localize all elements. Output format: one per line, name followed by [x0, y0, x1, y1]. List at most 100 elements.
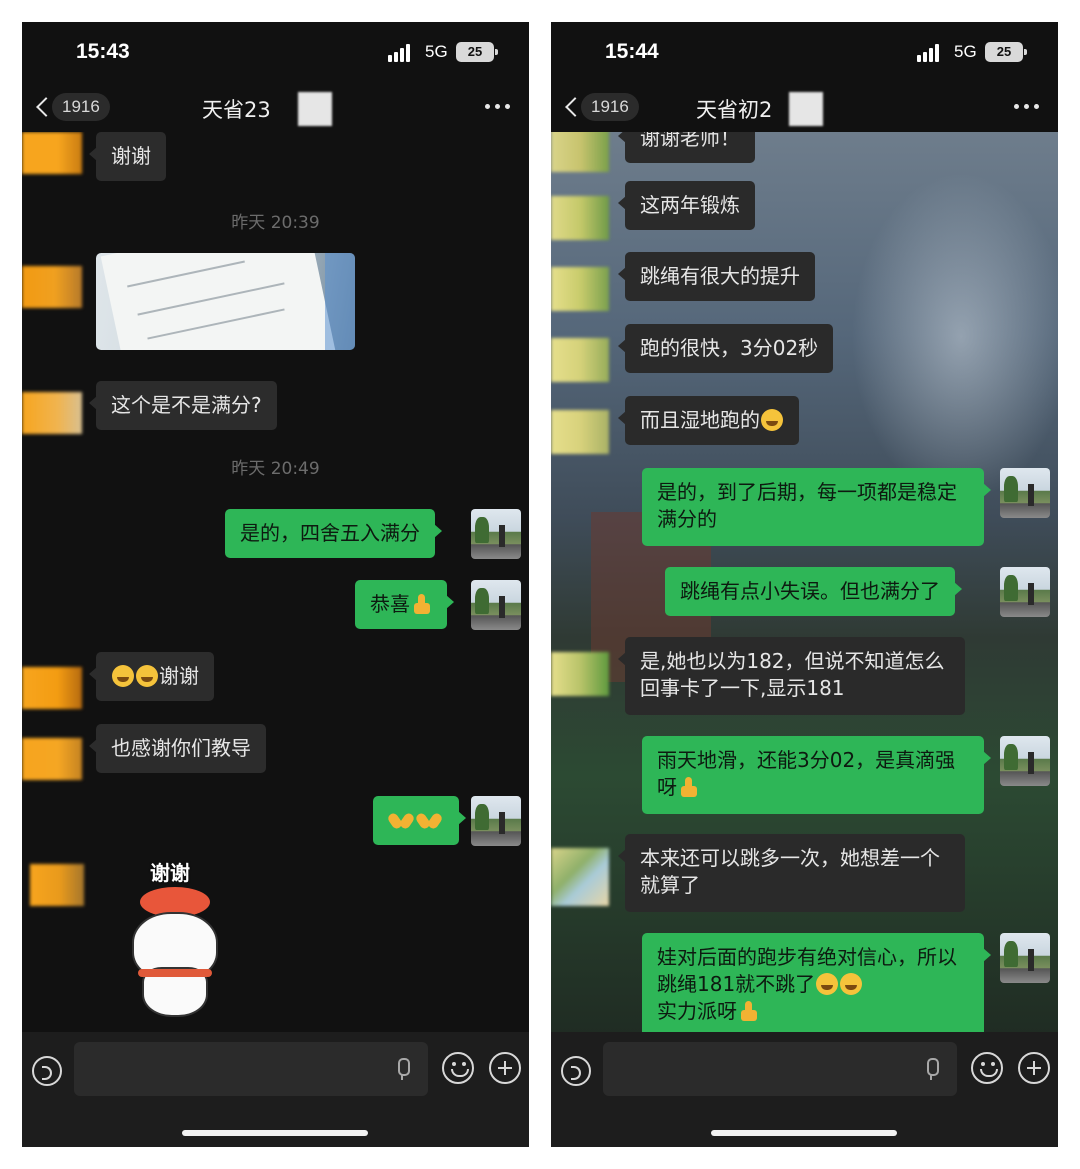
grin-emoji-icon [840, 973, 863, 995]
message-incoming[interactable]: 这个是不是满分? [89, 381, 277, 430]
thumbs-up-icon [739, 1000, 759, 1022]
contact-avatar[interactable] [551, 338, 609, 382]
network-label: 5G [954, 42, 977, 61]
laugh-emoji-icon [136, 665, 158, 687]
my-avatar[interactable] [1000, 933, 1050, 983]
contact-avatar[interactable] [22, 738, 82, 780]
more-icon[interactable] [485, 104, 511, 110]
contact-avatar[interactable] [551, 848, 609, 906]
title-redaction [789, 92, 823, 126]
battery-icon: 25 [985, 42, 1027, 62]
sticker-caption: 谢谢 [150, 861, 190, 885]
message-text: 娃对后面的跑步有绝对信心，所以跳绳181就不跳了 [657, 945, 957, 996]
signal-icon [917, 44, 945, 62]
mic-icon[interactable] [925, 1058, 939, 1080]
chat-title: 天省23 [202, 98, 271, 122]
message-incoming[interactable]: 谢谢 [89, 652, 214, 701]
home-indicator[interactable] [182, 1130, 368, 1136]
unread-count-badge[interactable]: 1916 [581, 93, 639, 121]
back-icon[interactable] [36, 96, 50, 118]
contact-avatar[interactable] [551, 410, 609, 454]
message-outgoing[interactable]: 恭喜 [355, 580, 454, 629]
message-text: 而且湿地跑的 [640, 408, 760, 432]
status-time: 15:44 [605, 40, 659, 63]
message-outgoing[interactable]: 是的，到了后期，每一项都是稳定满分的 [642, 468, 991, 546]
home-indicator[interactable] [711, 1130, 897, 1136]
message-text: 谢谢 [159, 664, 199, 688]
contact-avatar[interactable] [551, 196, 609, 240]
chat-header: 1916 天省初2 [551, 84, 1058, 132]
my-avatar[interactable] [471, 580, 521, 630]
message-incoming[interactable]: 而且湿地跑的 [618, 396, 799, 445]
message-incoming[interactable]: 这两年锻炼 [618, 181, 755, 230]
input-bar [551, 1032, 1058, 1147]
back-icon[interactable] [565, 96, 579, 118]
emoji-icon[interactable] [971, 1052, 1003, 1084]
chat-title: 天省初2 [696, 98, 773, 122]
status-time: 15:43 [76, 40, 130, 63]
voice-icon[interactable] [561, 1056, 591, 1086]
unread-count-badge[interactable]: 1916 [52, 93, 110, 121]
message-incoming[interactable]: 是,她也以为182，但说不知道怎么回事卡了一下,显示181 [618, 637, 965, 715]
message-incoming[interactable]: 谢谢 [89, 132, 166, 181]
sticker-message[interactable]: 谢谢 [120, 857, 230, 1022]
message-outgoing[interactable]: 雨天地滑，还能3分02，是真滴强呀 [642, 736, 991, 814]
contact-avatar[interactable] [551, 132, 609, 172]
message-outgoing[interactable] [373, 796, 466, 845]
more-icon[interactable] [1014, 104, 1040, 110]
contact-avatar[interactable] [551, 267, 609, 311]
thumbs-up-icon [679, 776, 699, 798]
laugh-emoji-icon [112, 665, 134, 687]
voice-icon[interactable] [32, 1056, 62, 1086]
message-incoming[interactable]: 本来还可以跳多一次，她想差一个就算了 [618, 834, 965, 912]
message-incoming[interactable]: 跳绳有很大的提升 [618, 252, 815, 301]
left-chat-screen: 15:43 5G 25 1916 天省23 谢谢 昨天 20:39 这个是不是满… [22, 22, 529, 1147]
network-label: 5G [425, 42, 448, 61]
message-input[interactable] [74, 1042, 428, 1096]
image-message[interactable] [96, 253, 355, 350]
message-list[interactable]: 谢谢 昨天 20:39 这个是不是满分? 昨天 20:49 是的，四舍五入满分 … [22, 132, 529, 1052]
status-bar: 15:44 5G 25 [551, 22, 1058, 84]
timestamp: 昨天 20:49 [231, 459, 320, 479]
plus-icon[interactable] [489, 1052, 521, 1084]
signal-icon [388, 44, 416, 62]
status-bar: 15:43 5G 25 [22, 22, 529, 84]
chat-header: 1916 天省23 [22, 84, 529, 132]
message-outgoing[interactable]: 是的，四舍五入满分 [225, 509, 442, 558]
message-text: 实力派呀 [657, 999, 737, 1023]
message-incoming[interactable]: 谢谢老师！ [618, 132, 755, 163]
cat-scarf [138, 969, 212, 977]
contact-avatar[interactable] [551, 652, 609, 696]
my-avatar[interactable] [1000, 468, 1050, 518]
contact-avatar[interactable] [22, 392, 82, 434]
message-list[interactable]: 谢谢老师！ 这两年锻炼 跳绳有很大的提升 跑的很快，3分02秒 而且湿地跑的 是… [551, 132, 1058, 1052]
message-input[interactable] [603, 1042, 957, 1096]
input-bar [22, 1032, 529, 1147]
timestamp: 昨天 20:39 [231, 213, 320, 233]
contact-avatar[interactable] [30, 864, 84, 906]
contact-avatar[interactable] [22, 132, 82, 174]
battery-icon: 25 [456, 42, 498, 62]
message-text: 雨天地滑，还能3分02，是真滴强呀 [657, 748, 956, 799]
message-text: 恭喜 [370, 592, 410, 616]
emoji-icon[interactable] [442, 1052, 474, 1084]
message-incoming[interactable]: 跑的很快，3分02秒 [617, 324, 834, 373]
contact-avatar[interactable] [22, 266, 82, 308]
right-chat-screen: 15:44 5G 25 1916 天省初2 谢谢老师！ 这两年锻炼 跳绳有很大的… [551, 22, 1058, 1147]
my-avatar[interactable] [471, 796, 521, 846]
my-avatar[interactable] [1000, 736, 1050, 786]
mic-icon[interactable] [396, 1058, 410, 1080]
title-redaction [298, 92, 332, 126]
message-outgoing[interactable]: 跳绳有点小失误。但也满分了 [665, 567, 962, 616]
thumbs-up-icon [412, 593, 432, 615]
message-outgoing[interactable]: 娃对后面的跑步有绝对信心，所以跳绳181就不跳了 实力派呀 [642, 933, 991, 1039]
message-incoming[interactable]: 也感谢你们教导 [89, 724, 266, 773]
my-avatar[interactable] [471, 509, 521, 559]
clap-icon [388, 810, 416, 830]
sweat-emoji-icon [761, 409, 783, 431]
clap-icon [416, 810, 444, 830]
my-avatar[interactable] [1000, 567, 1050, 617]
contact-avatar[interactable] [22, 667, 82, 709]
laugh-emoji-icon [816, 973, 839, 995]
plus-icon[interactable] [1018, 1052, 1050, 1084]
